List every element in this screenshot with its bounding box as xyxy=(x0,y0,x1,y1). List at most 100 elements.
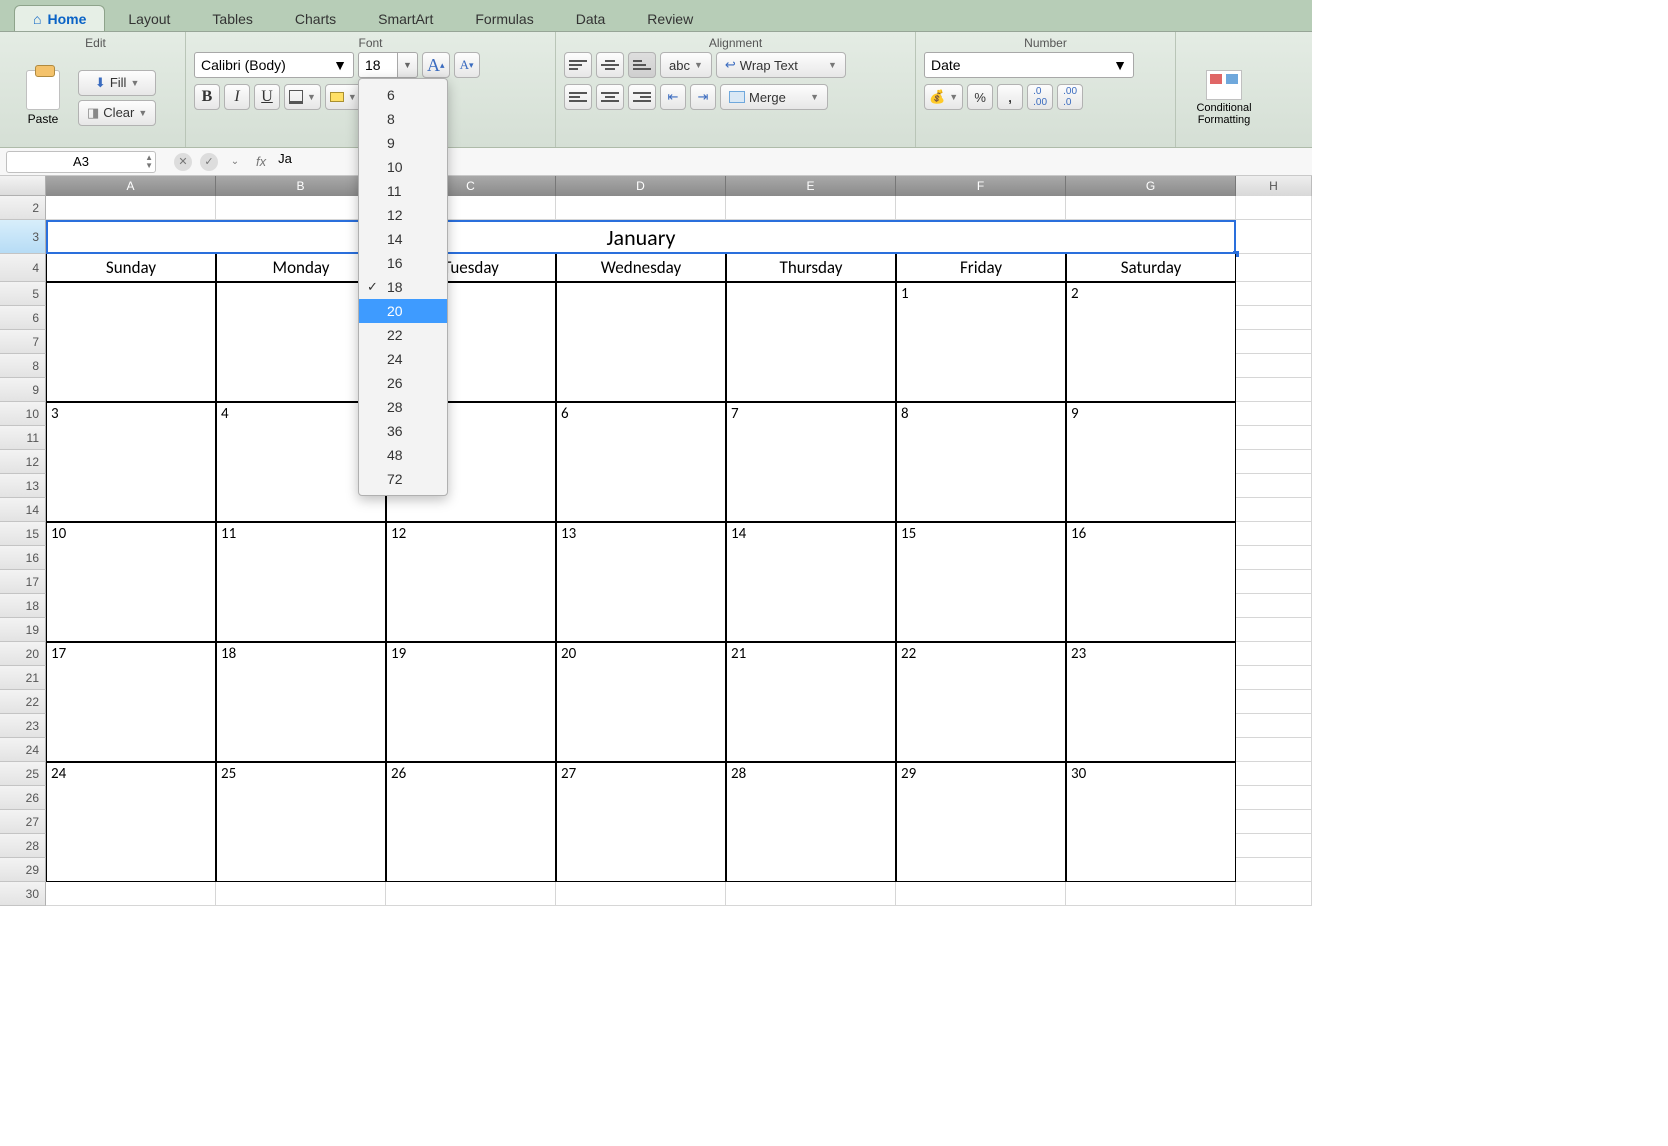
calendar-cell[interactable]: 14 xyxy=(726,522,896,642)
col-header-G[interactable]: G xyxy=(1066,176,1236,196)
tab-data[interactable]: Data xyxy=(557,5,625,31)
font-size-option-26[interactable]: 26 xyxy=(359,371,447,395)
tab-smartart[interactable]: SmartArt xyxy=(359,5,452,31)
clear-button[interactable]: ◨ Clear ▼ xyxy=(78,100,156,126)
fillcolor-button[interactable]: ▼ xyxy=(325,84,362,110)
calendar-cell[interactable]: 27 xyxy=(556,762,726,882)
underline-button[interactable]: U xyxy=(254,84,280,110)
orientation-button[interactable]: abc▼ xyxy=(660,52,712,78)
calendar-cell[interactable]: 25 xyxy=(216,762,386,882)
indent-dec-button[interactable]: ⇤ xyxy=(660,84,686,110)
row-header-6[interactable]: 6 xyxy=(0,306,46,330)
tab-charts[interactable]: Charts xyxy=(276,5,355,31)
calendar-cell[interactable]: 26 xyxy=(386,762,556,882)
tab-review[interactable]: Review xyxy=(628,5,712,31)
percent-button[interactable]: % xyxy=(967,84,993,110)
font-size-option-14[interactable]: 14 xyxy=(359,227,447,251)
font-size-option-9[interactable]: 9 xyxy=(359,131,447,155)
font-size-option-11[interactable]: 11 xyxy=(359,179,447,203)
row-header-13[interactable]: 13 xyxy=(0,474,46,498)
row-header-11[interactable]: 11 xyxy=(0,426,46,450)
fill-button[interactable]: ⬇ Fill ▼ xyxy=(78,70,156,96)
row-header-26[interactable]: 26 xyxy=(0,786,46,810)
col-header-A[interactable]: A xyxy=(46,176,216,196)
grow-font-button[interactable]: A▴ xyxy=(422,52,450,78)
currency-button[interactable]: 💰▼ xyxy=(924,84,963,110)
calendar-cell[interactable]: 9 xyxy=(1066,402,1236,522)
border-button[interactable]: ▼ xyxy=(284,84,321,110)
row-header-15[interactable]: 15 xyxy=(0,522,46,546)
font-size-option-20[interactable]: 20 xyxy=(359,299,447,323)
font-size-option-22[interactable]: 22 xyxy=(359,323,447,347)
conditional-formatting-button[interactable]: ConditionalFormatting xyxy=(1184,70,1264,126)
name-box[interactable]: A3 ▲▼ xyxy=(6,151,156,173)
calendar-cell[interactable]: 16 xyxy=(1066,522,1236,642)
inc-decimal-button[interactable]: .0.00 xyxy=(1027,84,1053,110)
align-bottom-button[interactable] xyxy=(628,52,656,78)
font-size-option-72[interactable]: 72 xyxy=(359,467,447,491)
calendar-cell[interactable]: 17 xyxy=(46,642,216,762)
calendar-cell[interactable]: 29 xyxy=(896,762,1066,882)
font-size-option-6[interactable]: 6 xyxy=(359,83,447,107)
calendar-cell[interactable]: 1 xyxy=(896,282,1066,402)
col-header-F[interactable]: F xyxy=(896,176,1066,196)
font-size-option-48[interactable]: 48 xyxy=(359,443,447,467)
calendar-cell[interactable]: 19 xyxy=(386,642,556,762)
bold-button[interactable]: B xyxy=(194,84,220,110)
row-header-4[interactable]: 4 xyxy=(0,254,46,282)
row-header-18[interactable]: 18 xyxy=(0,594,46,618)
month-title-cell[interactable]: January xyxy=(46,220,1236,254)
font-size-option-16[interactable]: 16 xyxy=(359,251,447,275)
comma-button[interactable]: , xyxy=(997,84,1023,110)
calendar-cell[interactable]: 3 xyxy=(46,402,216,522)
shrink-font-button[interactable]: A▾ xyxy=(454,52,480,78)
calendar-cell[interactable]: 2 xyxy=(1066,282,1236,402)
stepper-icon[interactable]: ▲▼ xyxy=(145,154,153,170)
calendar-cell[interactable]: 8 xyxy=(896,402,1066,522)
row-header-5[interactable]: 5 xyxy=(0,282,46,306)
tab-home[interactable]: ⌂ Home xyxy=(14,5,105,31)
row-header-7[interactable]: 7 xyxy=(0,330,46,354)
row-header-25[interactable]: 25 xyxy=(0,762,46,786)
font-size-option-24[interactable]: 24 xyxy=(359,347,447,371)
font-size-option-12[interactable]: 12 xyxy=(359,203,447,227)
calendar-cell[interactable]: 10 xyxy=(46,522,216,642)
align-middle-button[interactable] xyxy=(596,52,624,78)
row-header-20[interactable]: 20 xyxy=(0,642,46,666)
calendar-cell[interactable]: 22 xyxy=(896,642,1066,762)
font-size-select[interactable]: 18 ▼ xyxy=(358,52,418,78)
row-header-23[interactable]: 23 xyxy=(0,714,46,738)
calendar-cell[interactable]: 18 xyxy=(216,642,386,762)
tab-layout[interactable]: Layout xyxy=(109,5,189,31)
calendar-cell[interactable]: 11 xyxy=(216,522,386,642)
row-header-16[interactable]: 16 xyxy=(0,546,46,570)
row-header-27[interactable]: 27 xyxy=(0,810,46,834)
font-size-dropdown[interactable]: 6891011121416✓182022242628364872 xyxy=(358,78,448,496)
dec-decimal-button[interactable]: .00.0 xyxy=(1057,84,1083,110)
row-header-14[interactable]: 14 xyxy=(0,498,46,522)
calendar-cell[interactable]: 24 xyxy=(46,762,216,882)
col-header-D[interactable]: D xyxy=(556,176,726,196)
calendar-cell[interactable] xyxy=(556,282,726,402)
paste-button[interactable]: Paste xyxy=(14,70,72,126)
number-format-select[interactable]: Date ▼ xyxy=(924,52,1134,78)
row-header-30[interactable]: 30 xyxy=(0,882,46,906)
tab-formulas[interactable]: Formulas xyxy=(456,5,552,31)
row-header-12[interactable]: 12 xyxy=(0,450,46,474)
row-header-24[interactable]: 24 xyxy=(0,738,46,762)
font-size-option-8[interactable]: 8 xyxy=(359,107,447,131)
font-size-option-10[interactable]: 10 xyxy=(359,155,447,179)
col-header-E[interactable]: E xyxy=(726,176,896,196)
font-size-option-28[interactable]: 28 xyxy=(359,395,447,419)
wraptext-button[interactable]: ↩ Wrap Text ▼ xyxy=(716,52,846,78)
row-header-21[interactable]: 21 xyxy=(0,666,46,690)
calendar-cell[interactable]: 7 xyxy=(726,402,896,522)
tab-tables[interactable]: Tables xyxy=(193,5,271,31)
align-top-button[interactable] xyxy=(564,52,592,78)
row-header-2[interactable]: 2 xyxy=(0,196,46,220)
col-header-H[interactable]: H xyxy=(1236,176,1312,196)
calendar-cell[interactable]: 6 xyxy=(556,402,726,522)
align-left-button[interactable] xyxy=(564,84,592,110)
row-header-29[interactable]: 29 xyxy=(0,858,46,882)
calendar-cell[interactable]: 13 xyxy=(556,522,726,642)
